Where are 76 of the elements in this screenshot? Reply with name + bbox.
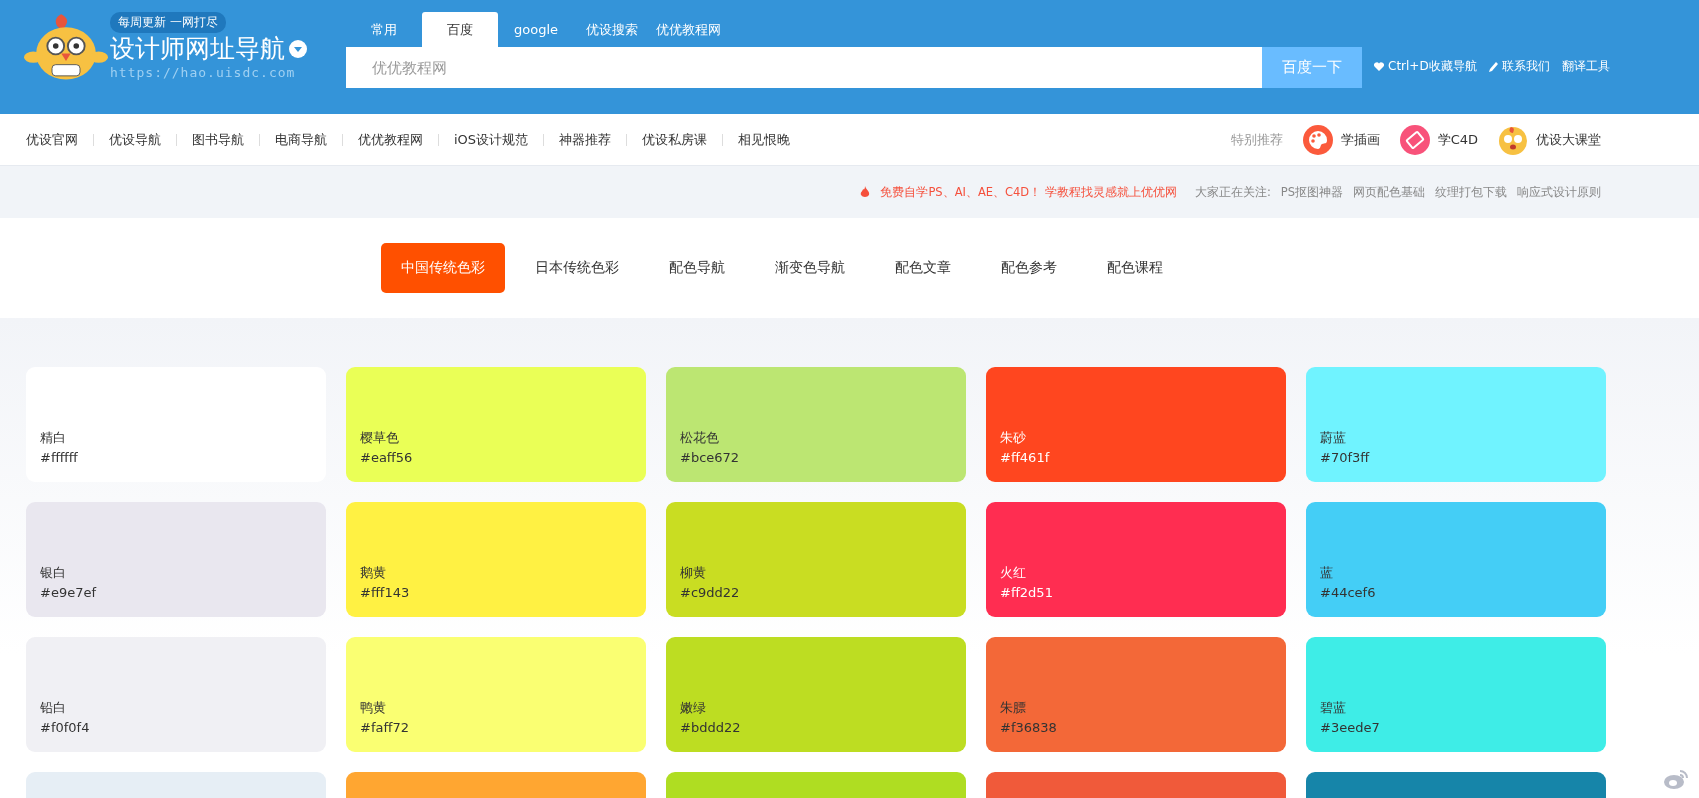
color-swatch-card[interactable]: 蓝 #44cef6 [1306, 502, 1606, 617]
site-url: https://hao.uisdc.com [110, 65, 296, 80]
color-swatch-card[interactable]: 精白 #ffffff [26, 367, 326, 482]
color-name: 朱砂 [1000, 429, 1027, 447]
nav-link[interactable]: 相见恨晚 [722, 133, 806, 146]
color-hex: #bddd22 [680, 719, 742, 737]
color-hex: #ff2d51 [1000, 584, 1054, 602]
color-swatch-card[interactable]: 樱草色 #eaff56 [346, 367, 646, 482]
featured-link[interactable]: 学插画 [1302, 124, 1380, 155]
category-tab[interactable]: 日本传统色彩 [515, 243, 639, 293]
featured-link[interactable]: 优设大课堂 [1498, 124, 1601, 155]
watching-label: 大家正在关注: [1194, 184, 1271, 200]
color-hex: #c9dd22 [680, 584, 741, 602]
color-hex: #ffffff [40, 449, 79, 467]
color-name: 蔚蓝 [1320, 429, 1347, 447]
nav-link[interactable]: 优设官网 [26, 133, 93, 146]
color-hex: #f0f0f4 [40, 719, 91, 737]
color-name: 蓝 [1320, 564, 1334, 582]
pencil-icon [1488, 61, 1498, 72]
nav-link[interactable]: 图书导航 [176, 133, 259, 146]
dropdown-icon[interactable] [289, 40, 307, 58]
color-name: 银白 [40, 564, 67, 582]
color-hex: #faff72 [360, 719, 410, 737]
color-hex: #eaff56 [360, 449, 414, 467]
color-swatch-card[interactable]: 鹅黄 #fff143 [346, 502, 646, 617]
palette-icon [1302, 124, 1333, 155]
color-hex: #bce672 [680, 449, 741, 467]
color-hex: #f36838 [1000, 719, 1058, 737]
color-hex: #ff461f [1000, 449, 1051, 467]
color-name: 火红 [1000, 564, 1027, 582]
color-hex: #3eede7 [1320, 719, 1381, 737]
nav-link[interactable]: 优设私房课 [626, 133, 723, 146]
flame-icon [860, 186, 871, 198]
nav-link[interactable]: 优设导航 [93, 133, 176, 146]
color-name: 碧蓝 [1320, 699, 1347, 717]
category-tab[interactable]: 配色参考 [981, 243, 1077, 293]
nav-link[interactable]: iOS设计规范 [438, 133, 544, 146]
color-name: 鹅黄 [360, 564, 387, 582]
color-name: 鸭黄 [360, 699, 387, 717]
chick-icon [1498, 124, 1528, 155]
nav-link[interactable]: 优优教程网 [342, 133, 438, 146]
weibo-icon[interactable] [1663, 768, 1689, 790]
color-name: 嫩绿 [680, 699, 707, 717]
color-hex: #70f3ff [1320, 449, 1371, 467]
heart-icon [1374, 62, 1384, 71]
color-swatch-card[interactable]: 银白 #e9e7ef [26, 502, 326, 617]
color-swatch-card[interactable]: 朱膘 #f36838 [986, 637, 1286, 752]
search-tab[interactable]: 百度 [422, 12, 498, 47]
color-name: 朱膘 [1000, 699, 1027, 717]
featured-link[interactable]: 学C4D [1399, 124, 1478, 155]
color-name: 松花色 [680, 429, 720, 447]
color-name: 樱草色 [360, 429, 400, 447]
nav-link[interactable]: 神器推荐 [543, 133, 627, 146]
color-name: 精白 [40, 429, 67, 447]
color-hex: #e9e7ef [40, 584, 98, 602]
color-name: 柳黄 [680, 564, 707, 582]
slogan-badge: 每周更新 一网打尽 [110, 12, 226, 33]
color-hex: #44cef6 [1320, 584, 1377, 602]
color-swatch-card[interactable]: 铅白 #f0f0f4 [26, 637, 326, 752]
site-title: 设计师网址导航 [110, 33, 285, 65]
search-field[interactable]: 优优教程网 [346, 47, 1262, 88]
color-swatch-card[interactable]: 嫩绿 #bddd22 [666, 637, 966, 752]
color-name: 铅白 [40, 699, 67, 717]
color-swatch-card[interactable]: 火红 #ff2d51 [986, 502, 1286, 617]
category-tab[interactable]: 配色课程 [1087, 243, 1183, 293]
color-swatch-card[interactable]: 蔚蓝 #70f3ff [1306, 367, 1606, 482]
category-tab[interactable]: 配色文章 [875, 243, 971, 293]
color-swatch-card[interactable]: 鸭黄 #faff72 [346, 637, 646, 752]
color-hex: #fff143 [360, 584, 411, 602]
color-swatch-card[interactable]: 柳黄 #c9dd22 [666, 502, 966, 617]
featured-label: 特别推荐 [1230, 130, 1283, 149]
category-tab[interactable]: 配色导航 [649, 243, 745, 293]
nav-link[interactable]: 电商导航 [259, 133, 342, 146]
color-swatch-card[interactable]: 碧蓝 #3eede7 [1306, 637, 1606, 752]
category-tab[interactable]: 渐变色导航 [755, 243, 865, 293]
color-swatch-card[interactable]: 松花色 #bce672 [666, 367, 966, 482]
